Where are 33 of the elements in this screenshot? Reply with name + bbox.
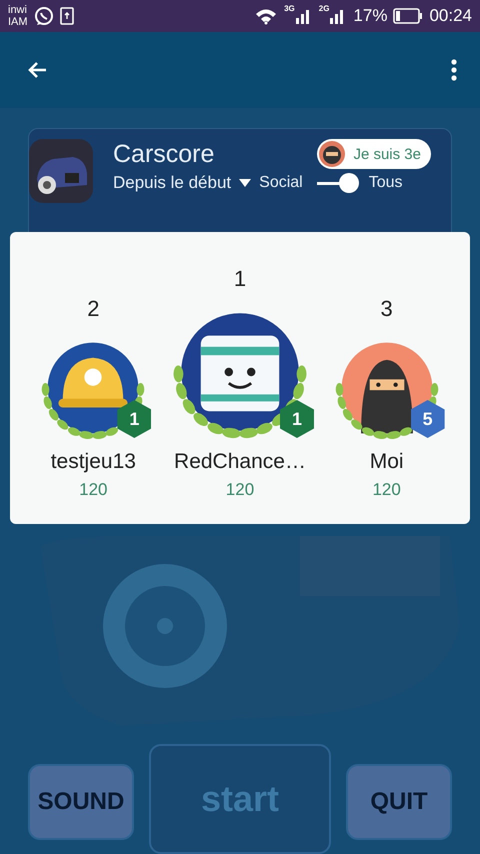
filter-label: Tous xyxy=(368,174,403,192)
network-type: 2G xyxy=(318,4,330,13)
battery-percent: 17% xyxy=(353,6,388,26)
battery-icon xyxy=(393,8,424,24)
rank-number: 1 xyxy=(234,266,246,292)
menu-button[interactable]: QUIT xyxy=(346,764,452,840)
level-badge: 1 xyxy=(117,400,152,438)
period-dropdown[interactable]: Depuis le début xyxy=(113,173,252,193)
player-name: testjeu13 xyxy=(50,450,136,474)
level-badge: 1 xyxy=(280,400,314,438)
upload-icon xyxy=(60,7,74,25)
rank-number: 3 xyxy=(380,296,393,322)
filter-toggle[interactable] xyxy=(316,171,361,195)
caret-icon xyxy=(239,179,252,187)
player-name: RedChance… xyxy=(174,450,306,474)
car-game-icon xyxy=(29,139,93,203)
game-title: Carscore xyxy=(113,140,214,168)
rank-number: 2 xyxy=(87,296,100,322)
player-name: Moi xyxy=(370,450,404,474)
player-score: 120 xyxy=(79,480,108,500)
filter-label: Social xyxy=(259,174,303,192)
menu-button[interactable]: SOUND xyxy=(28,764,134,840)
carrier-name: inwi xyxy=(8,4,28,16)
my-rank-button[interactable]: Je suis 3e xyxy=(317,139,431,169)
clock-time: 00:24 xyxy=(429,6,472,26)
network-type: 3G xyxy=(284,4,295,13)
player-score: 120 xyxy=(226,480,254,500)
wifi-icon xyxy=(254,7,278,25)
carrier-name: IAM xyxy=(8,16,28,28)
chat-icon xyxy=(34,6,54,26)
player-score: 120 xyxy=(372,480,401,500)
more-options-icon xyxy=(450,58,458,82)
avatar-icon xyxy=(319,141,346,167)
